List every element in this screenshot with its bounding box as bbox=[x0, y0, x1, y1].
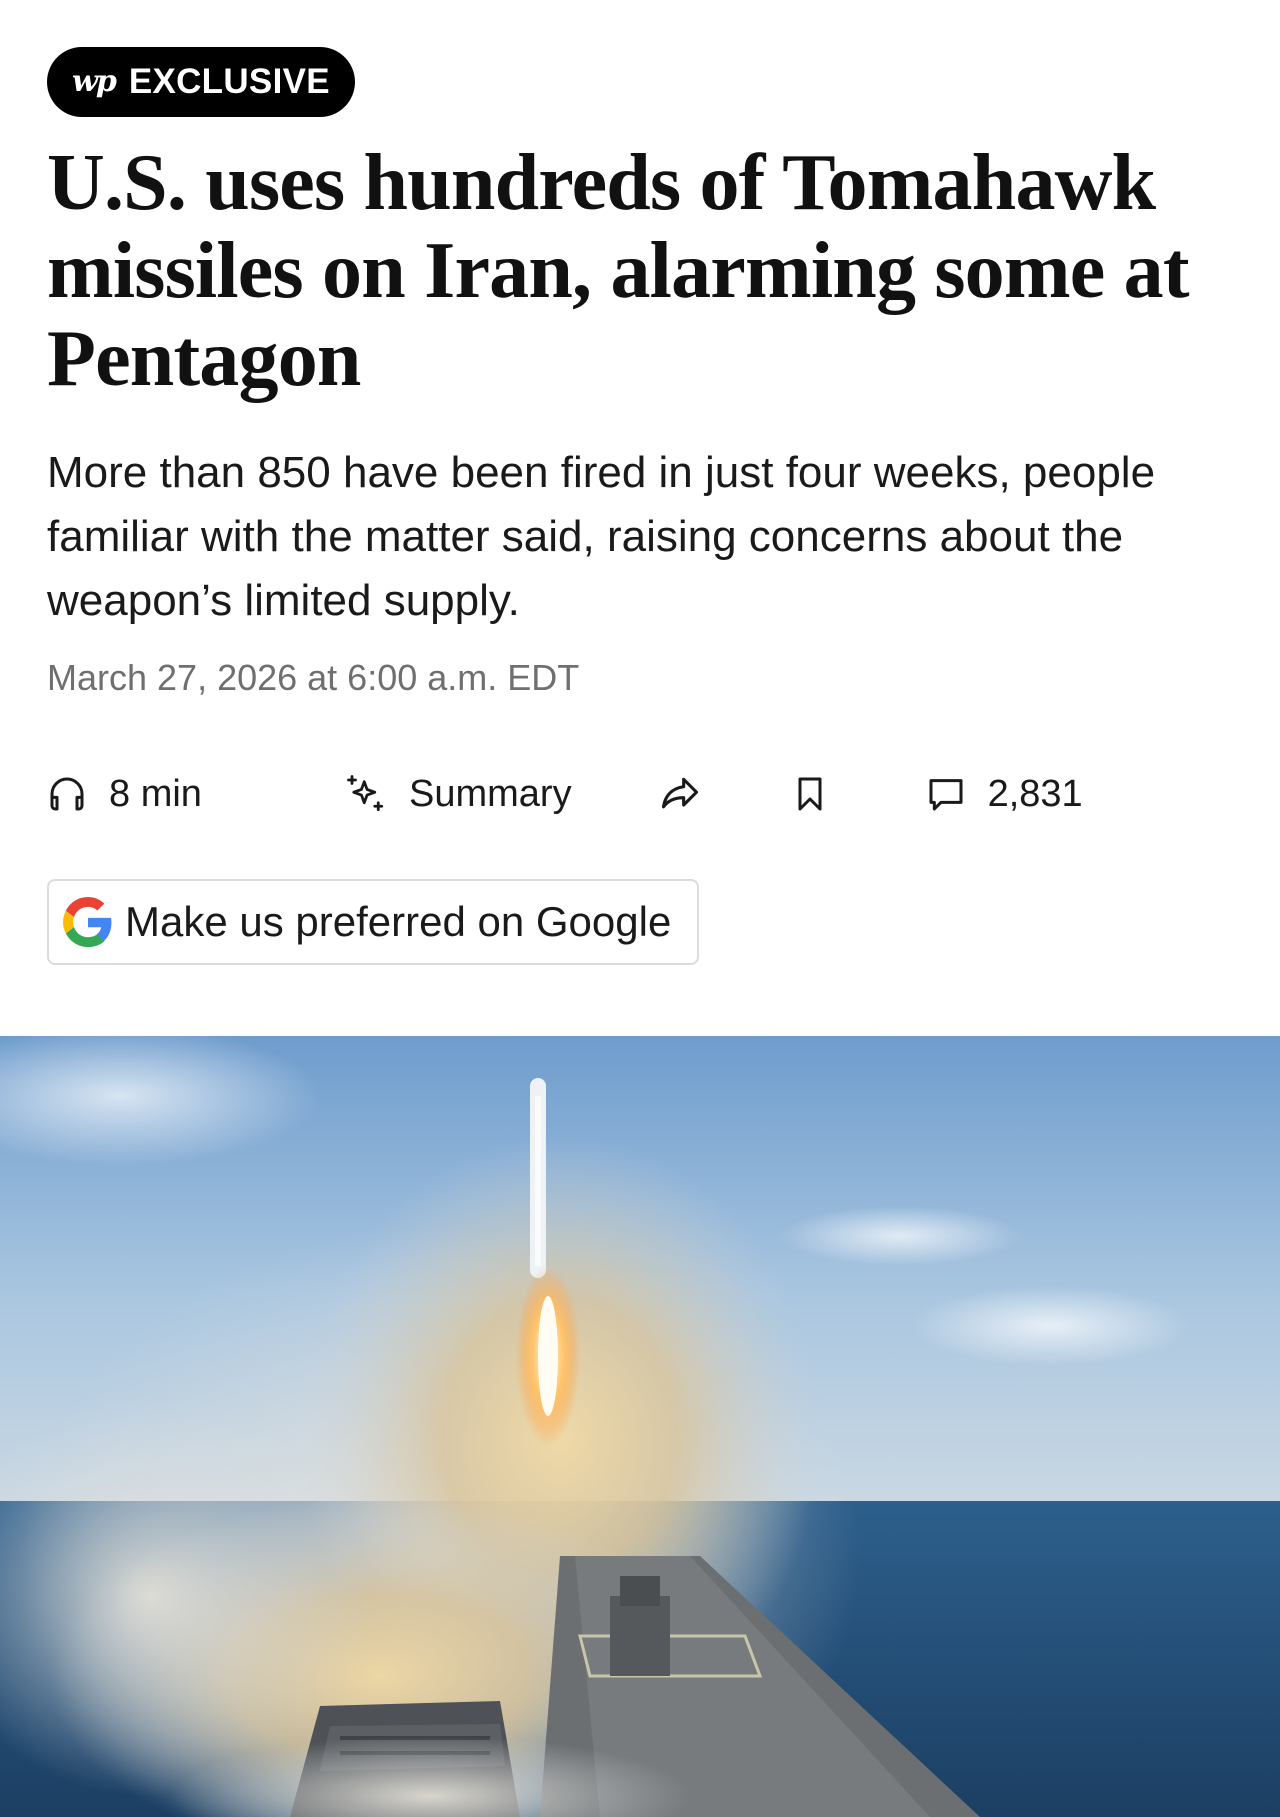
listen-button[interactable]: 8 min bbox=[47, 773, 247, 816]
google-preferred-label: Make us preferred on Google bbox=[125, 898, 672, 945]
bookmark-icon bbox=[798, 777, 822, 811]
google-g-icon bbox=[63, 897, 112, 947]
share-icon bbox=[661, 777, 698, 809]
dek: More than 850 have been fired in just fo… bbox=[47, 448, 1156, 625]
article-toolbar: 8 min Summary 2,831 bbox=[47, 769, 1233, 819]
article-header: wp EXCLUSIVE U.S. uses hundreds of Tomah… bbox=[0, 0, 1280, 965]
listen-duration: 8 min bbox=[109, 772, 202, 815]
article-page: wp EXCLUSIVE U.S. uses hundreds of Tomah… bbox=[0, 0, 1280, 1817]
summary-label: Summary bbox=[409, 772, 572, 815]
headphones-icon bbox=[50, 777, 84, 811]
exclusive-badge: wp EXCLUSIVE bbox=[47, 47, 355, 117]
exclusive-label: EXCLUSIVE bbox=[128, 62, 330, 101]
google-preferred-button[interactable]: Make us preferred on Google bbox=[47, 879, 700, 965]
comment-icon bbox=[929, 779, 963, 811]
comments-count: 2,831 bbox=[987, 772, 1083, 815]
bookmark-button[interactable] bbox=[790, 774, 830, 814]
comments-button[interactable]: 2,831 bbox=[926, 773, 1083, 816]
summary-button[interactable]: Summary bbox=[345, 773, 572, 816]
hero-image bbox=[0, 1036, 1280, 1817]
dateline: March 27, 2026 at 6:00 a.m. EDT bbox=[47, 657, 580, 698]
headline: U.S. uses hundreds of Tomahawk missiles … bbox=[47, 139, 1189, 403]
wp-logo: wp bbox=[72, 64, 117, 99]
share-button[interactable] bbox=[658, 772, 702, 816]
sparkle-icon bbox=[347, 775, 384, 812]
